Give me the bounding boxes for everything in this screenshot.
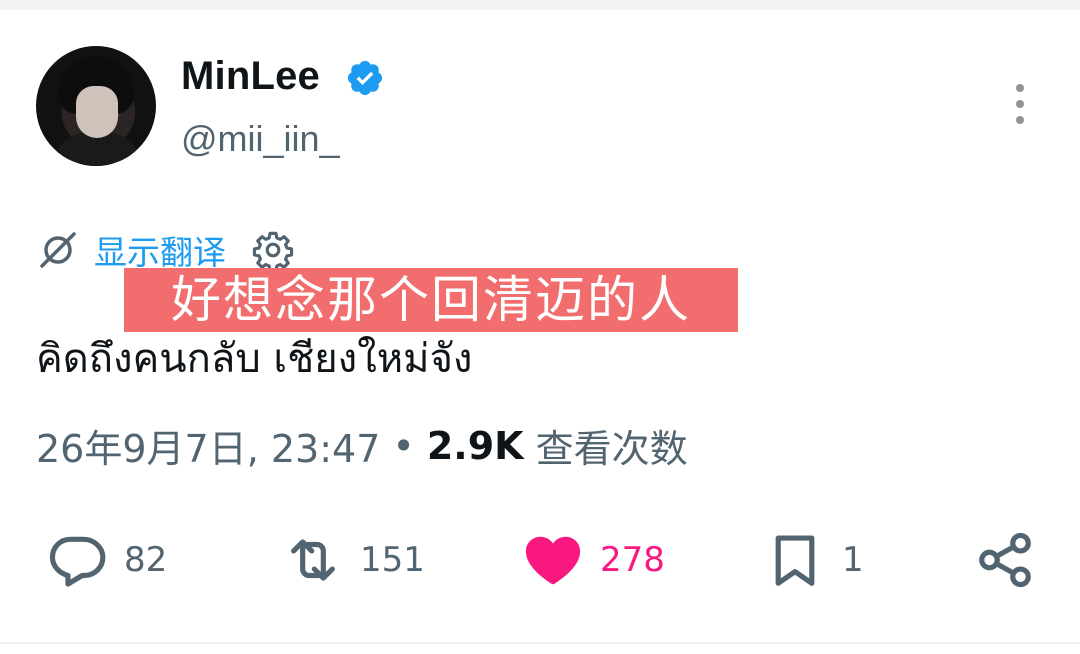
share-icon <box>979 532 1031 588</box>
avatar[interactable] <box>36 46 156 166</box>
more-options-button[interactable] <box>1008 84 1032 128</box>
heart-icon <box>525 536 581 585</box>
top-divider <box>0 0 1080 10</box>
retweet-icon <box>291 539 335 581</box>
like-button[interactable]: 278 <box>522 520 665 600</box>
subtitle-overlay: 好想念那个回清迈的人 <box>124 268 738 332</box>
reply-count: 82 <box>124 540 168 580</box>
tweet-meta: 26年9月7日, 23:47 • 2.9K 查看次数 <box>36 418 688 473</box>
reply-icon <box>49 536 106 587</box>
like-count: 278 <box>600 540 665 580</box>
meta-separator: • <box>392 423 415 468</box>
translate-label[interactable]: 显示翻译 <box>94 226 226 274</box>
views-count: 2.9K <box>426 423 524 468</box>
bottom-divider <box>0 642 1080 644</box>
tweet-text: คิดถึงคนกลับ เชียงใหม่จัง <box>36 336 473 382</box>
reply-button[interactable]: 82 <box>46 520 167 600</box>
bookmark-icon <box>775 535 815 586</box>
views-label: 查看次数 <box>535 427 688 471</box>
retweet-button[interactable]: 151 <box>282 520 425 600</box>
bookmark-count: 1 <box>842 540 864 580</box>
translate-icon <box>40 232 76 268</box>
action-bar: 82 151 278 1 <box>0 520 1080 600</box>
bookmark-button[interactable]: 1 <box>764 520 864 600</box>
user-handle[interactable]: @mii_iin_ <box>181 118 340 160</box>
share-button[interactable] <box>974 520 1036 600</box>
display-name[interactable]: MinLee <box>181 54 320 99</box>
gear-icon[interactable] <box>252 229 294 271</box>
tweet-timestamp[interactable]: 26年9月7日, 23:47 <box>36 418 380 473</box>
show-translation-link[interactable]: 显示翻译 <box>36 228 294 272</box>
retweet-count: 151 <box>360 540 425 580</box>
verified-badge-icon <box>347 60 383 96</box>
